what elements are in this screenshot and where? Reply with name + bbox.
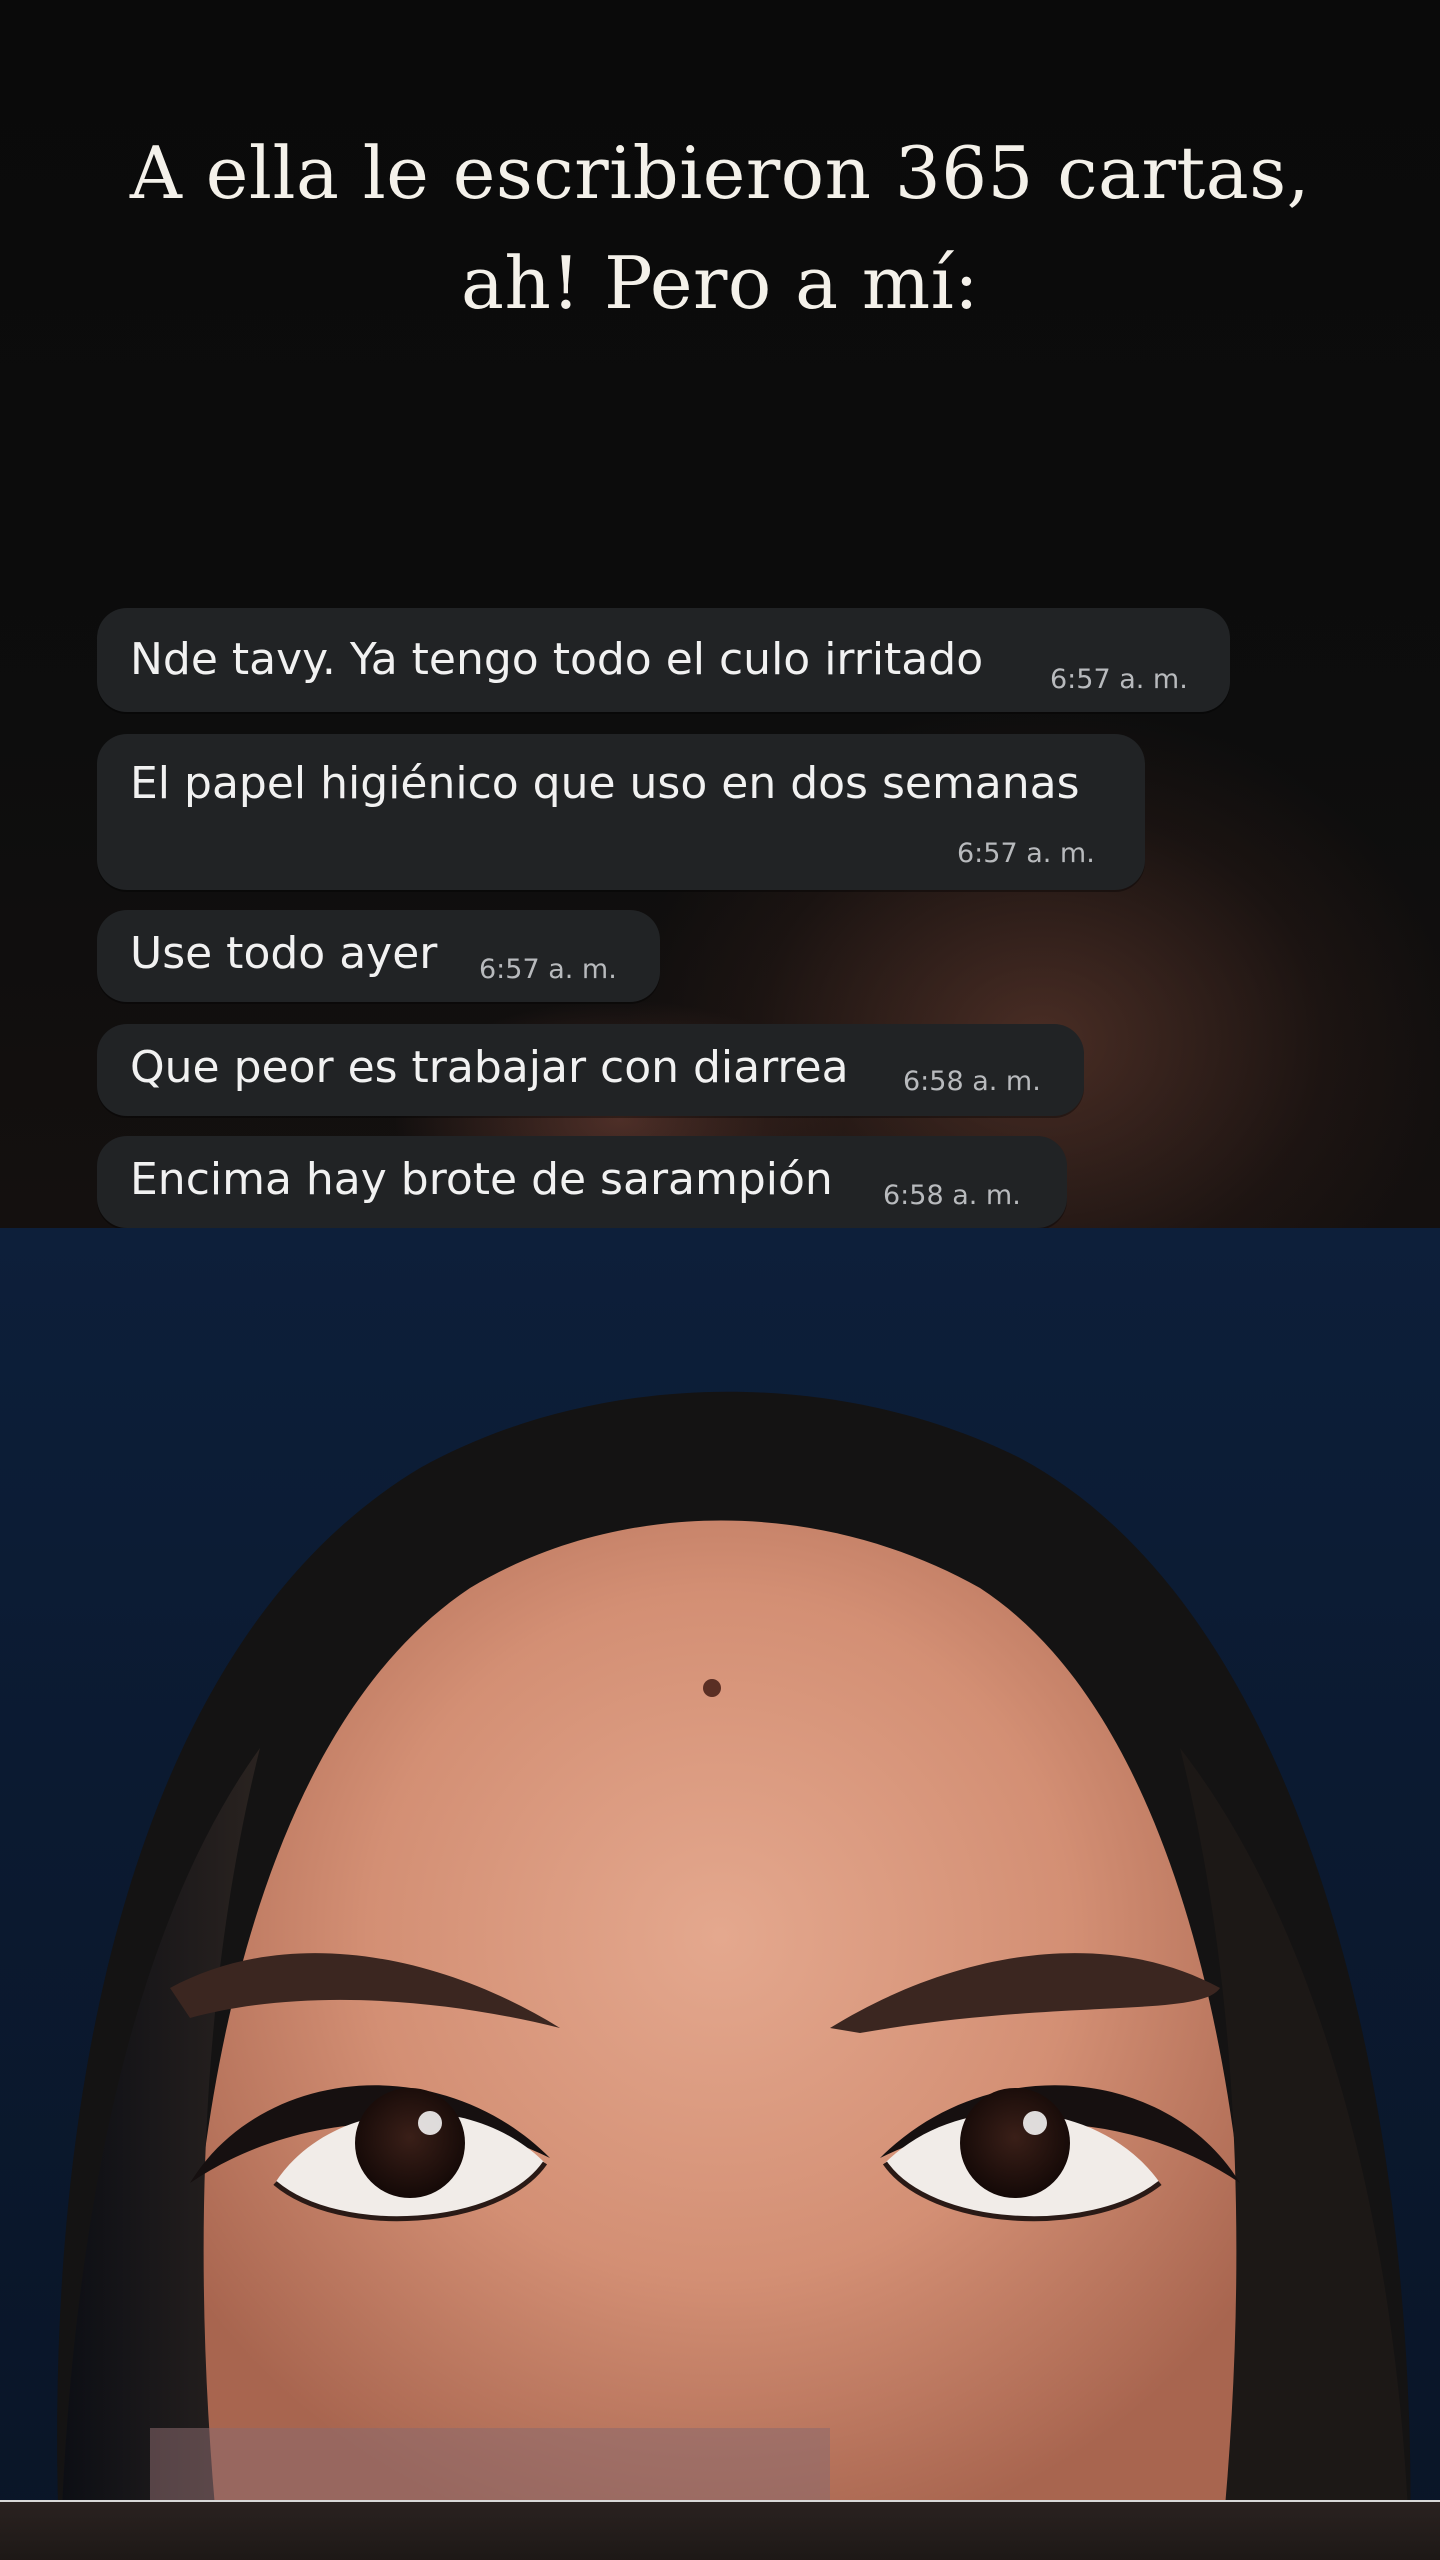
message-time: 6:58 a. m. — [903, 1066, 1041, 1097]
chat-bubble: Que peor es trabajar con diarrea 6:58 a.… — [97, 1024, 1084, 1116]
message-time: 6:58 a. m. — [883, 1180, 1021, 1211]
story-caption: A ella le escribieron 365 cartas, ah! Pe… — [0, 118, 1440, 338]
face-looking-up-icon — [57, 1391, 1411, 2560]
chat-bubble: Use todo ayer 6:57 a. m. — [97, 910, 660, 1002]
story-page: A ella le escribieron 365 cartas, ah! Pe… — [0, 0, 1440, 2560]
caption-line-1: A ella le escribieron 365 cartas, — [129, 131, 1311, 215]
message-text: Nde tavy. Ya tengo todo el culo irritado — [130, 634, 984, 685]
message-text: Encima hay brote de sarampión — [130, 1154, 833, 1205]
message-text: El papel higiénico que uso en dos semana… — [130, 758, 1080, 809]
face-photo — [0, 1228, 1440, 2560]
message-time: 6:57 a. m. — [1050, 664, 1188, 695]
message-time: 6:57 a. m. — [957, 838, 1095, 869]
chat-bubble: Encima hay brote de sarampión 6:58 a. m. — [97, 1136, 1067, 1228]
chat-screenshot-panel: A ella le escribieron 365 cartas, ah! Pe… — [0, 0, 1440, 1228]
chat-bubble: El papel higiénico que uso en dos semana… — [97, 734, 1145, 890]
caption-line-2: ah! Pero a mí: — [461, 241, 979, 325]
message-time: 6:57 a. m. — [479, 954, 617, 985]
chat-bubble: Nde tavy. Ya tengo todo el culo irritado… — [97, 608, 1230, 712]
message-text: Que peor es trabajar con diarrea — [130, 1042, 849, 1093]
message-text: Use todo ayer — [130, 928, 438, 979]
bottom-strip — [0, 2500, 1440, 2560]
